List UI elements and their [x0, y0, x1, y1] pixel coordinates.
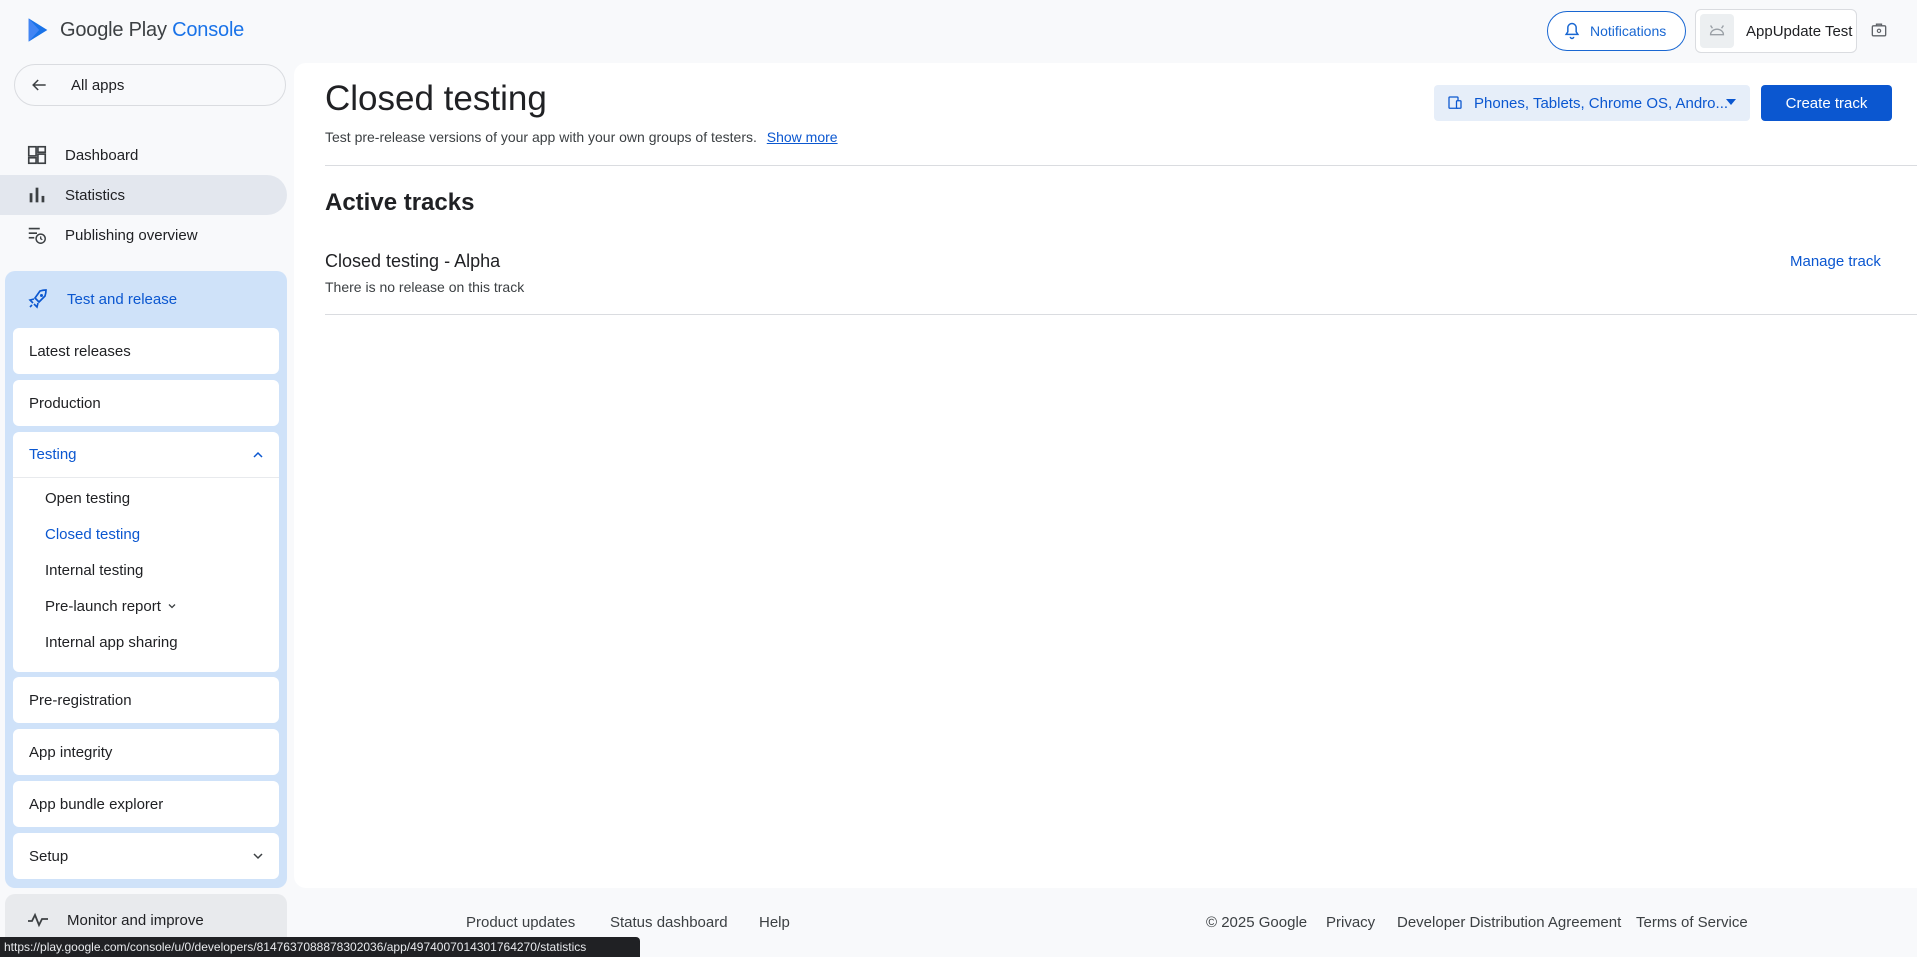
bar-chart-icon — [29, 187, 45, 203]
sidebar-item-pre-registration[interactable]: Pre-registration — [13, 677, 279, 723]
all-apps-label: All apps — [71, 76, 125, 94]
test-and-release-section: Test and release Latest releases Product… — [5, 271, 287, 888]
developer-account-button[interactable] — [1862, 13, 1896, 47]
footer-copyright: © 2025 Google — [1206, 914, 1308, 931]
chevron-down-icon — [253, 853, 263, 860]
play-console-logo[interactable]: Google Play Console — [24, 16, 244, 44]
android-icon — [1709, 25, 1725, 36]
device-selector-value: Phones, Tablets, Chrome OS, Andro... — [1474, 94, 1729, 112]
sidebar-item-closed-testing[interactable]: Closed testing — [45, 522, 140, 546]
sidebar-item-app-integrity[interactable]: App integrity — [13, 729, 279, 775]
dashboard-icon — [27, 145, 47, 165]
footer-help[interactable]: Help — [759, 914, 790, 931]
sidebar-item-app-bundle-explorer[interactable]: App bundle explorer — [13, 781, 279, 827]
page-title: Closed testing — [325, 79, 547, 118]
device-selector[interactable]: Phones, Tablets, Chrome OS, Andro... — [1434, 85, 1750, 121]
sidebar-item-testing[interactable]: Testing — [13, 432, 279, 478]
footer-privacy[interactable]: Privacy — [1326, 914, 1375, 931]
notifications-label: Notifications — [1590, 23, 1667, 39]
bell-icon — [1564, 22, 1580, 40]
testing-group: Testing Open testing Closed testing Inte… — [13, 432, 279, 672]
sidebar-item-pre-launch-report[interactable]: Pre-launch report — [45, 594, 178, 618]
test-and-release-header[interactable]: Test and release — [5, 271, 287, 327]
notifications-button[interactable]: Notifications — [1547, 11, 1686, 51]
sidebar-item-label: Testing — [29, 446, 77, 463]
footer-terms[interactable]: Terms of Service — [1636, 914, 1748, 931]
logo-text: Google Play Console — [60, 18, 245, 41]
play-logo-icon — [28, 18, 48, 42]
sidebar-item-production[interactable]: Production — [13, 380, 279, 426]
top-bar: Google Play Console Notifications AppUpd… — [0, 0, 1917, 62]
sidebar-item-label: App integrity — [29, 743, 113, 761]
page-subtitle: Test pre-release versions of your app wi… — [325, 129, 838, 145]
browser-status-bar: https://play.google.com/console/u/0/deve… — [0, 937, 640, 957]
sidebar-item-publishing-overview[interactable]: Publishing overview — [0, 215, 287, 255]
show-more-link[interactable]: Show more — [767, 129, 838, 145]
chevron-up-icon — [253, 451, 263, 458]
sidebar-item-label: Publishing overview — [65, 226, 198, 244]
arrow-back-icon — [32, 79, 46, 91]
sidebar-item-label: Monitor and improve — [67, 911, 204, 929]
sidebar-item-label: Pre-registration — [29, 691, 132, 709]
sidebar-item-internal-app-sharing[interactable]: Internal app sharing — [45, 630, 178, 654]
sidebar-item-label: Setup — [29, 847, 69, 865]
sidebar-item-dashboard[interactable]: Dashboard — [0, 135, 287, 175]
subtitle-text: Test pre-release versions of your app wi… — [325, 129, 757, 145]
briefcase-icon — [1871, 23, 1887, 37]
footer-distribution-agreement[interactable]: Developer Distribution Agreement — [1397, 914, 1621, 931]
sidebar-item-internal-testing[interactable]: Internal testing — [45, 558, 143, 582]
account-name: AppUpdate Test — [1746, 22, 1853, 40]
publishing-icon — [28, 227, 46, 244]
header-divider — [325, 165, 1917, 166]
sidebar-item-label: Latest releases — [29, 342, 131, 360]
avatar — [1700, 14, 1734, 48]
sidebar-item-label: Statistics — [65, 186, 126, 204]
all-apps-button[interactable]: All apps — [14, 64, 286, 106]
sidebar-item-statistics[interactable]: Statistics — [0, 175, 287, 215]
account-switcher[interactable]: AppUpdate Test — [1695, 9, 1857, 53]
track-divider — [325, 314, 1917, 315]
devices-icon — [1448, 96, 1462, 109]
section-title: Active tracks — [325, 189, 475, 216]
sidebar-item-label: Production — [29, 394, 101, 412]
rocket-icon — [28, 289, 47, 309]
sidebar-item-latest-releases[interactable]: Latest releases — [13, 328, 279, 374]
chevron-down-icon — [168, 604, 176, 609]
test-and-release-label: Test and release — [67, 290, 178, 308]
sidebar-item-label: Dashboard — [65, 146, 139, 164]
main-content: Closed testing Test pre-release versions… — [294, 63, 1917, 888]
sidebar-item-setup[interactable]: Setup — [13, 833, 279, 879]
footer-status-dashboard[interactable]: Status dashboard — [610, 914, 728, 931]
dropdown-arrow-icon — [1726, 99, 1736, 105]
pulse-icon — [28, 912, 48, 928]
track-description: There is no release on this track — [325, 279, 525, 295]
footer-product-updates[interactable]: Product updates — [466, 914, 575, 931]
track-name: Closed testing - Alpha — [325, 251, 501, 271]
manage-track-link[interactable]: Manage track — [1790, 253, 1881, 270]
sidebar-item-label: App bundle explorer — [29, 795, 164, 813]
create-track-button[interactable]: Create track — [1761, 85, 1892, 121]
sidebar-item-open-testing[interactable]: Open testing — [45, 486, 130, 510]
